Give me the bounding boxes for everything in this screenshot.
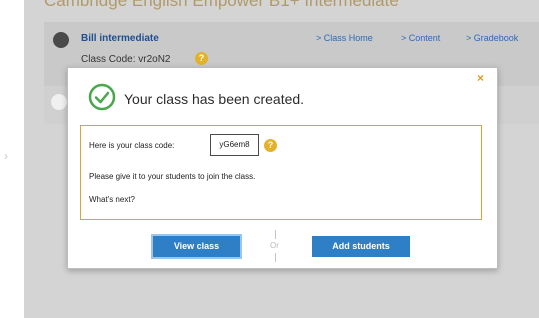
instructions-text: Please give it to your students to join … — [89, 172, 256, 181]
nav-class-home-link[interactable]: > Class Home — [316, 33, 373, 43]
class-radio-selected[interactable] — [53, 32, 69, 48]
help-icon[interactable]: ? — [195, 52, 208, 65]
modal-title: Your class has been created. — [124, 91, 305, 107]
close-icon[interactable]: × — [477, 72, 484, 84]
chevron-right-icon: › — [4, 149, 8, 163]
page-heading: Cambridge English Empower B1+ Intermedia… — [44, 0, 399, 10]
class-radio-unselected[interactable] — [50, 93, 68, 111]
success-check-icon — [88, 83, 116, 111]
class-code-label: Here is your class code: — [89, 141, 175, 150]
class-code-value[interactable]: yG6em8 — [210, 134, 259, 156]
add-students-button[interactable]: Add students — [312, 236, 410, 257]
divider — [275, 253, 276, 262]
nav-gradebook-link[interactable]: > Gradebook — [466, 33, 518, 43]
or-separator-label: Or — [270, 241, 279, 250]
divider — [275, 230, 276, 239]
view-class-button[interactable]: View class — [153, 236, 240, 257]
whats-next-text: What's next? — [89, 195, 135, 204]
help-icon[interactable]: ? — [264, 139, 277, 152]
class-code-text: Class Code: vr2oN2 — [81, 54, 171, 65]
nav-content-link[interactable]: > Content — [401, 33, 440, 43]
class-name-link[interactable]: Bill intermediate — [81, 33, 159, 44]
